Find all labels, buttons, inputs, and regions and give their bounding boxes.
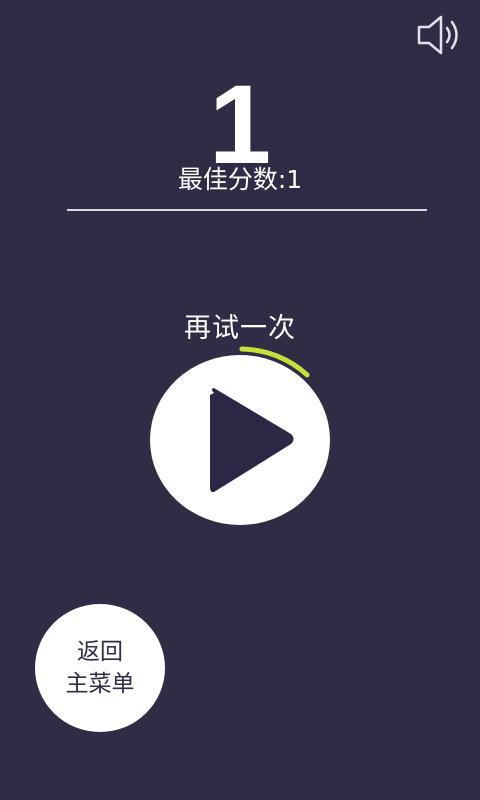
speaker-icon — [417, 15, 458, 55]
best-score-label: 最佳分数:1 — [177, 165, 303, 194]
score-divider — [67, 209, 427, 211]
main-menu-label-line2: 主菜单 — [65, 671, 135, 697]
sound-toggle-button[interactable] — [416, 14, 466, 56]
main-menu-button[interactable]: 返回 主菜单 — [35, 604, 165, 732]
play-icon — [210, 388, 294, 493]
play-again-button[interactable] — [150, 355, 330, 525]
main-menu-label-line1: 返回 — [77, 639, 123, 665]
